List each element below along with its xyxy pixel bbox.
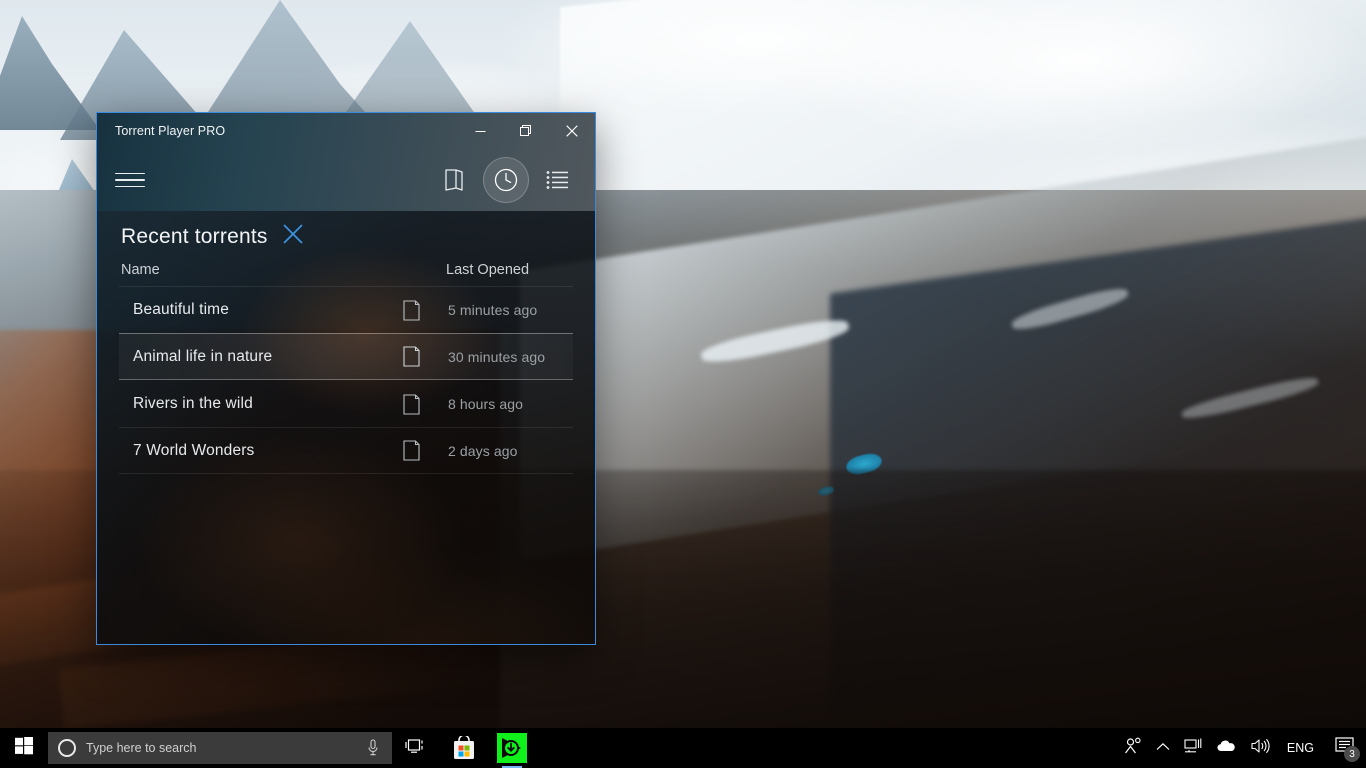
notification-badge: 3: [1344, 746, 1360, 762]
torrent-name: Beautiful time: [133, 301, 230, 318]
microphone-icon[interactable]: [366, 739, 384, 757]
recent-torrents-panel: Recent torrents Name Last Opened Beautif…: [97, 211, 595, 644]
app-toolbar: [97, 149, 595, 211]
volume-button[interactable]: [1243, 728, 1277, 768]
close-button[interactable]: [549, 113, 595, 149]
cloud-icon: [1216, 739, 1236, 758]
taskbar: Type here to search ENG 3: [0, 728, 1366, 768]
show-hidden-icons-button[interactable]: [1149, 728, 1177, 768]
task-view-icon: [405, 737, 427, 760]
window-title: Torrent Player PRO: [115, 124, 226, 138]
book-page-icon: [443, 168, 465, 192]
list-item[interactable]: 7 World Wonders 2 days ago: [119, 427, 573, 474]
document-icon: [403, 393, 448, 415]
search-input[interactable]: Type here to search: [76, 741, 366, 755]
title-bar[interactable]: Torrent Player PRO: [97, 113, 595, 149]
torrent-name: Rivers in the wild: [133, 395, 253, 412]
column-headers: Name Last Opened: [119, 262, 573, 286]
torrent-last-opened: 5 minutes ago: [448, 302, 538, 318]
column-header-name: Name: [121, 262, 160, 278]
library-button[interactable]: [431, 157, 477, 203]
start-button[interactable]: [0, 728, 48, 768]
network-button[interactable]: [1177, 728, 1209, 768]
document-icon: [403, 440, 448, 461]
chevron-up-icon: [1156, 739, 1170, 757]
language-indicator[interactable]: ENG: [1277, 728, 1324, 768]
torrent-last-opened: 8 hours ago: [448, 396, 524, 412]
taskbar-app-microsoft-store[interactable]: [440, 728, 488, 768]
network-icon: [1184, 738, 1202, 759]
torrent-name: Animal life in nature: [133, 347, 273, 365]
speaker-icon: [1250, 738, 1270, 759]
minimize-button[interactable]: [457, 113, 503, 149]
playlist-button[interactable]: [535, 157, 581, 203]
window-chrome: Torrent Player PRO: [97, 113, 595, 211]
taskbar-app-torrent-player-pro[interactable]: [488, 728, 536, 768]
panel-close-button[interactable]: [282, 223, 304, 250]
panel-header: Recent torrents: [119, 211, 573, 250]
recent-button[interactable]: [483, 157, 529, 203]
clock-icon: [493, 167, 519, 193]
windows-logo-icon: [15, 736, 33, 760]
restore-button[interactable]: [503, 113, 549, 149]
recent-torrents-list: Beautiful time 5 minutes ago Animal life…: [119, 286, 573, 474]
page-title: Recent torrents: [121, 224, 268, 248]
torrent-player-icon: [497, 733, 527, 763]
onedrive-button[interactable]: [1209, 728, 1243, 768]
cortana-circle-icon: [58, 739, 76, 757]
list-item[interactable]: Rivers in the wild 8 hours ago: [119, 380, 573, 427]
action-center-button[interactable]: 3: [1324, 728, 1364, 768]
torrent-name: 7 World Wonders: [133, 441, 255, 459]
window-controls: [457, 113, 595, 149]
column-header-last-opened: Last Opened: [446, 262, 530, 278]
close-icon: [282, 223, 304, 250]
system-tray: ENG 3: [1117, 728, 1366, 768]
desktop: Torrent Player PRO Recent torrents Name …: [0, 0, 1366, 768]
list-item[interactable]: Animal life in nature 30 minutes ago: [119, 333, 573, 380]
torrent-last-opened: 2 days ago: [448, 442, 518, 459]
task-view-button[interactable]: [392, 728, 440, 768]
microsoft-store-icon: [453, 734, 475, 760]
list-icon: [546, 170, 570, 190]
torrent-last-opened: 30 minutes ago: [448, 348, 546, 365]
search-box[interactable]: Type here to search: [48, 732, 392, 764]
document-icon: [403, 346, 448, 367]
list-item[interactable]: Beautiful time 5 minutes ago: [119, 286, 573, 333]
document-icon: [403, 299, 448, 321]
toolbar-actions: [431, 157, 581, 203]
people-button[interactable]: [1117, 728, 1149, 768]
torrent-player-window[interactable]: Torrent Player PRO Recent torrents Name …: [96, 112, 596, 645]
people-icon: [1124, 737, 1142, 760]
hamburger-menu-icon[interactable]: [115, 167, 149, 193]
